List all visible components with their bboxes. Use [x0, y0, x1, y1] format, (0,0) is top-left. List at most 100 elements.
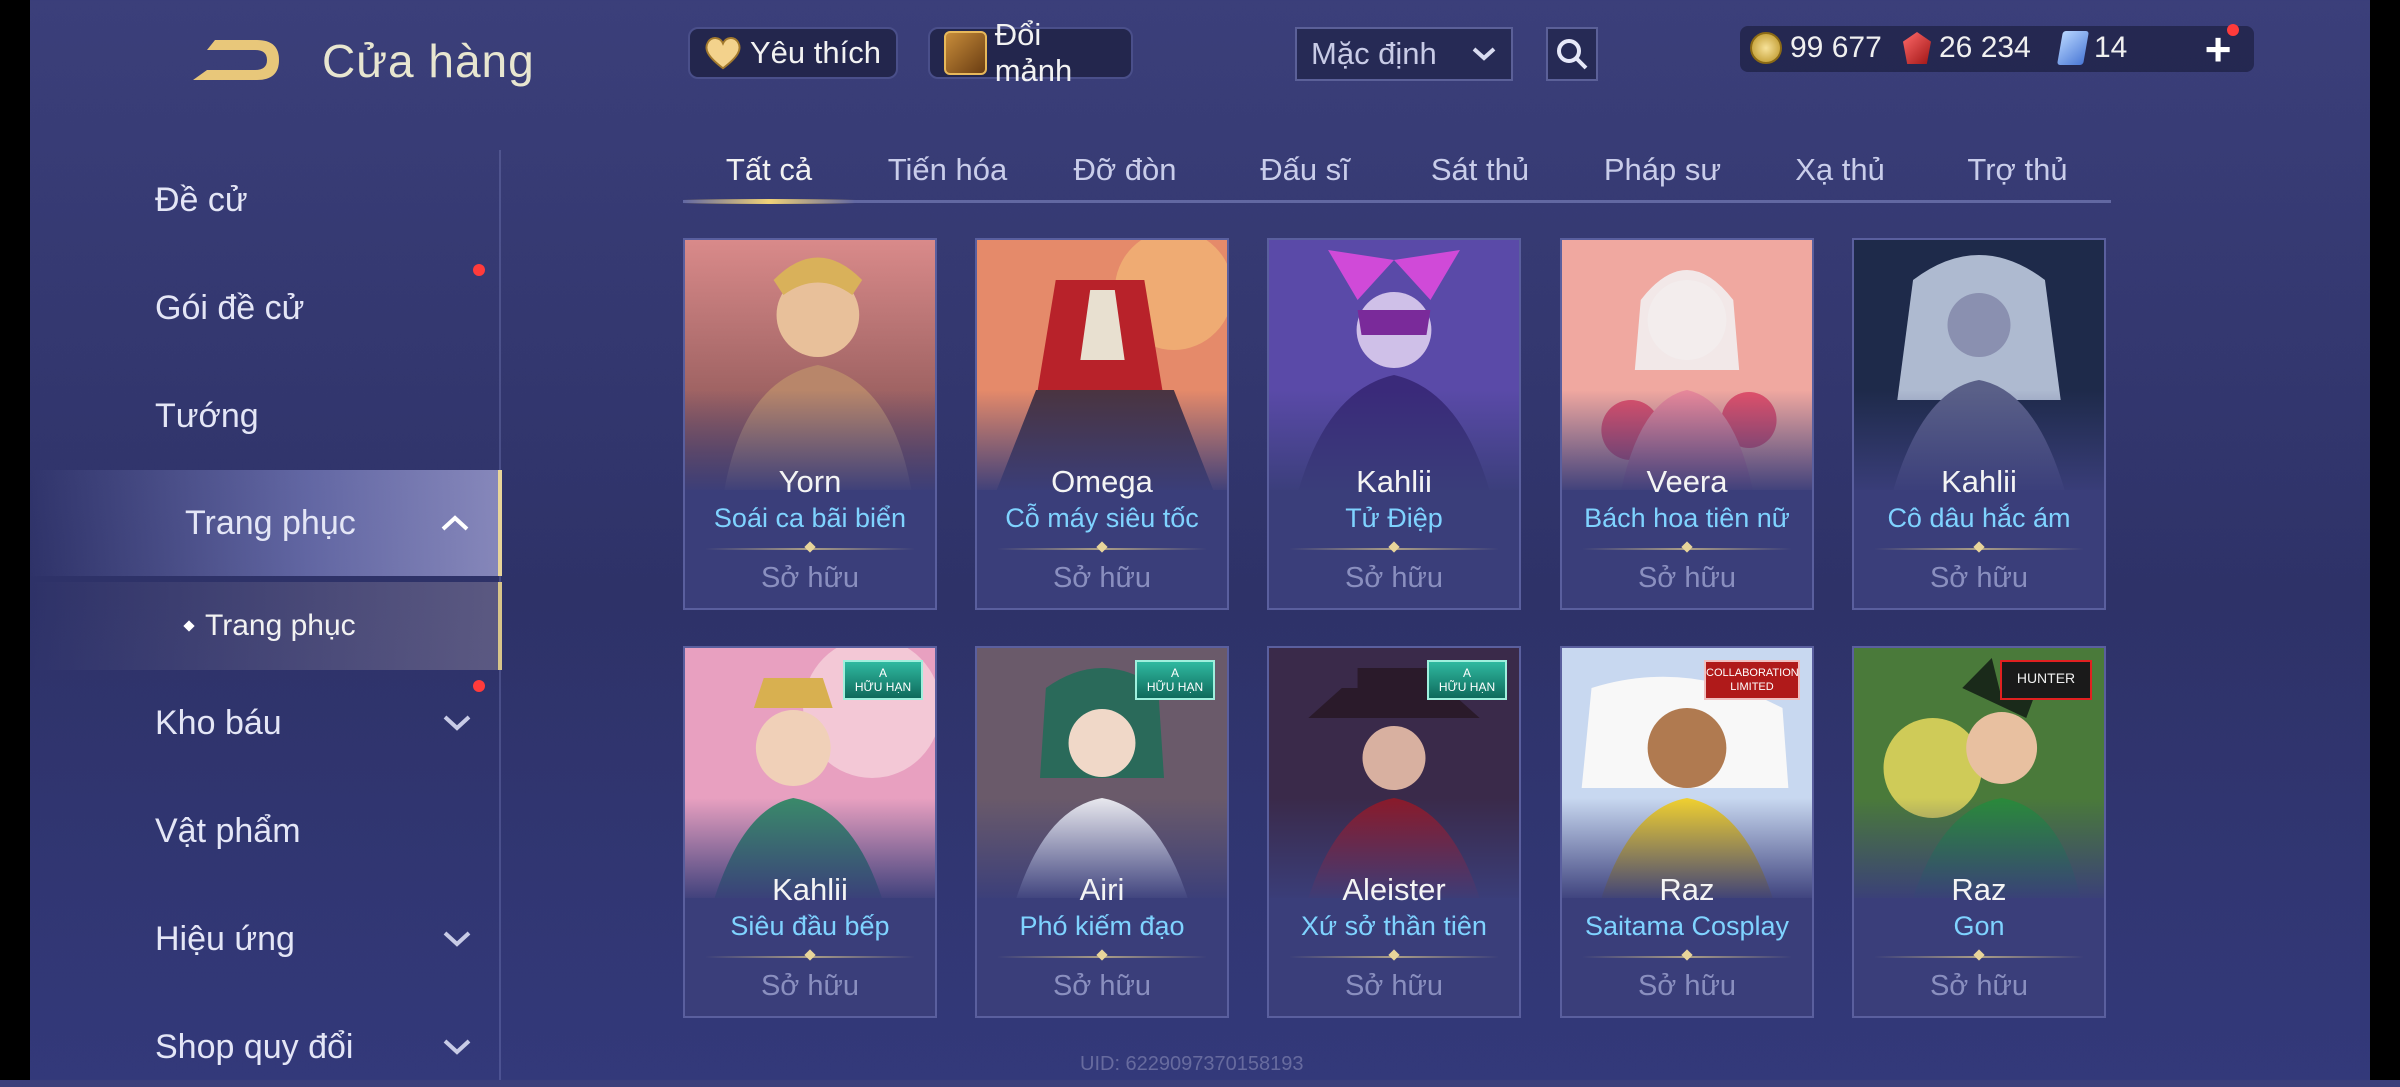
- ruby-amount: 26 234: [1939, 31, 2031, 64]
- skin-name: Tử Điệp: [1345, 503, 1443, 533]
- sidebar-item-effects[interactable]: Hiệu ứng: [155, 899, 500, 979]
- limited-badge: A HỮU HẠN: [1135, 660, 1215, 700]
- divider-diamond: [804, 541, 816, 553]
- tab-all[interactable]: Tất cả: [683, 140, 855, 200]
- sidebar-item-recommended[interactable]: Đề cử: [155, 160, 500, 240]
- hero-name: Kahlii: [772, 872, 848, 907]
- owned-status: Sở hữu: [1344, 562, 1444, 594]
- divider-diamond: [1096, 949, 1108, 961]
- tabs-baseline: [683, 200, 2111, 203]
- chevron-down-icon: [1472, 47, 1496, 61]
- screen-bezel-right: [2370, 0, 2400, 1080]
- notification-dot: [473, 264, 485, 276]
- skin-name: Saitama Cosplay: [1584, 911, 1790, 941]
- owned-status: Sở hữu: [1637, 562, 1737, 594]
- notification-dot: [473, 680, 485, 692]
- back-button[interactable]: [185, 32, 285, 92]
- gold-coin-icon: [1750, 32, 1782, 64]
- skin-card[interactable]: A HỮU HẠN Airi Phó kiếm đạo Sở hữu: [975, 646, 1229, 1018]
- divider-diamond: [1681, 949, 1693, 961]
- diamond-bullet-icon: [183, 620, 195, 632]
- divider-diamond: [1681, 541, 1693, 553]
- favorites-label: Yêu thích: [750, 35, 881, 70]
- gold-amount: 99 677: [1790, 31, 1882, 64]
- divider-diamond: [1388, 949, 1400, 961]
- tab-tank[interactable]: Đỡ đòn: [1050, 140, 1200, 200]
- divider-diamond: [1973, 949, 1985, 961]
- sidebar-item-label: Kho báu: [155, 703, 282, 742]
- owned-status: Sở hữu: [760, 970, 860, 1002]
- hero-name: Raz: [1951, 872, 2007, 907]
- skin-card[interactable]: Kahlii Cô dâu hắc ám Sở hữu: [1852, 238, 2106, 610]
- divider-diamond: [1388, 541, 1400, 553]
- sort-selected-value: Mặc định: [1311, 36, 1437, 71]
- sidebar-item-label: Shop quy đổi: [155, 1027, 354, 1066]
- tab-mage[interactable]: Pháp sư: [1590, 140, 1735, 200]
- shard-exchange-button[interactable]: Đổi mảnh: [928, 17, 1133, 88]
- voucher-amount: 14: [2094, 31, 2128, 64]
- screen-bezel-left: [0, 0, 30, 1080]
- owned-status: Sở hữu: [1052, 970, 1152, 1002]
- sidebar-item-label: Đề cử: [155, 180, 248, 219]
- uid-watermark: UID: 6229097370158193: [1080, 1053, 1304, 1075]
- hero-name: Veera: [1646, 464, 1728, 499]
- skin-card[interactable]: HUNTER Raz Gon Sở hữu: [1852, 646, 2106, 1018]
- sidebar-item-recommended-packs[interactable]: Gói đề cử: [155, 268, 500, 348]
- treasure-chest-icon: [944, 31, 987, 75]
- page-title: Cửa hàng: [322, 35, 535, 87]
- chevron-down-icon: [443, 931, 471, 947]
- skin-name: Cô dâu hắc ám: [1887, 503, 2071, 533]
- hunter-badge: HUNTER: [2000, 660, 2092, 700]
- skin-name: Siêu đầu bếp: [730, 911, 890, 941]
- divider-diamond: [1096, 541, 1108, 553]
- skin-name: Cỗ máy siêu tốc: [1005, 503, 1199, 533]
- skin-card[interactable]: Omega Cỗ máy siêu tốc Sở hữu: [975, 238, 1229, 610]
- skin-name: Gon: [1953, 911, 2005, 941]
- sidebar-item-heroes[interactable]: Tướng: [155, 376, 500, 456]
- sidebar-item-treasure[interactable]: Kho báu: [155, 683, 500, 763]
- sidebar-item-label: Tướng: [155, 396, 259, 435]
- search-button[interactable]: [1546, 27, 1598, 81]
- tab-warrior[interactable]: Đấu sĩ: [1235, 140, 1375, 200]
- owned-status: Sở hữu: [1637, 970, 1737, 1002]
- favorites-button[interactable]: Yêu thích: [688, 27, 898, 79]
- skin-card[interactable]: A HỮU HẠN Kahlii Siêu đầu bếp Sở hữu: [683, 646, 937, 1018]
- skin-card[interactable]: Kahlii Tử Điệp Sở hữu: [1267, 238, 1521, 610]
- tab-support[interactable]: Trợ thủ: [1945, 140, 2090, 200]
- heart-icon: [705, 37, 741, 70]
- skin-name: Phó kiếm đạo: [1019, 911, 1185, 941]
- hero-name: Omega: [1051, 464, 1153, 499]
- limited-badge: A HỮU HẠN: [1427, 660, 1507, 700]
- hero-name: Kahlii: [1356, 464, 1432, 499]
- hero-name: Aleister: [1342, 872, 1446, 907]
- hero-name: Yorn: [778, 464, 842, 499]
- skin-card[interactable]: COLLABORATION LIMITED Raz Saitama Cosplay…: [1560, 646, 1814, 1018]
- skin-card[interactable]: Yorn Soái ca bãi biển Sở hữu: [683, 238, 937, 610]
- collaboration-badge: COLLABORATION LIMITED: [1704, 660, 1800, 700]
- sidebar-item-items[interactable]: Vật phẩm: [155, 791, 500, 871]
- owned-status: Sở hữu: [1929, 970, 2029, 1002]
- sidebar-item-label: Trang phục: [185, 503, 356, 542]
- search-icon: [1557, 39, 1588, 70]
- sidebar-subitem-skins[interactable]: Trang phục: [30, 582, 502, 670]
- divider-diamond: [804, 949, 816, 961]
- chevron-up-icon: [441, 515, 469, 531]
- voucher-currency: 14: [2057, 25, 2128, 71]
- sidebar-item-exchange-shop[interactable]: Shop quy đổi: [155, 1007, 500, 1087]
- skin-name: Soái ca bãi biển: [713, 503, 907, 533]
- skin-name: Xứ sở thần tiên: [1301, 911, 1487, 941]
- tab-evolution[interactable]: Tiến hóa: [870, 140, 1025, 200]
- ruby-currency: 26 234: [1903, 25, 2031, 71]
- divider-diamond: [1973, 541, 1985, 553]
- sidebar-subitem-label: Trang phục: [205, 609, 356, 642]
- shard-exchange-label: Đổi mảnh: [994, 17, 1073, 88]
- sort-dropdown[interactable]: Mặc định: [1295, 27, 1513, 81]
- ruby-icon: [1903, 32, 1931, 64]
- tab-assassin[interactable]: Sát thủ: [1410, 140, 1550, 200]
- tab-marksman[interactable]: Xạ thủ: [1770, 140, 1910, 200]
- sidebar-item-skins[interactable]: Trang phục: [30, 470, 502, 576]
- skin-card[interactable]: Veera Bách hoa tiên nữ Sở hữu: [1560, 238, 1814, 610]
- hero-name: Kahlii: [1941, 464, 2017, 499]
- owned-status: Sở hữu: [1052, 562, 1152, 594]
- skin-card[interactable]: A HỮU HẠN Aleister Xứ sở thần tiên Sở hữu: [1267, 646, 1521, 1018]
